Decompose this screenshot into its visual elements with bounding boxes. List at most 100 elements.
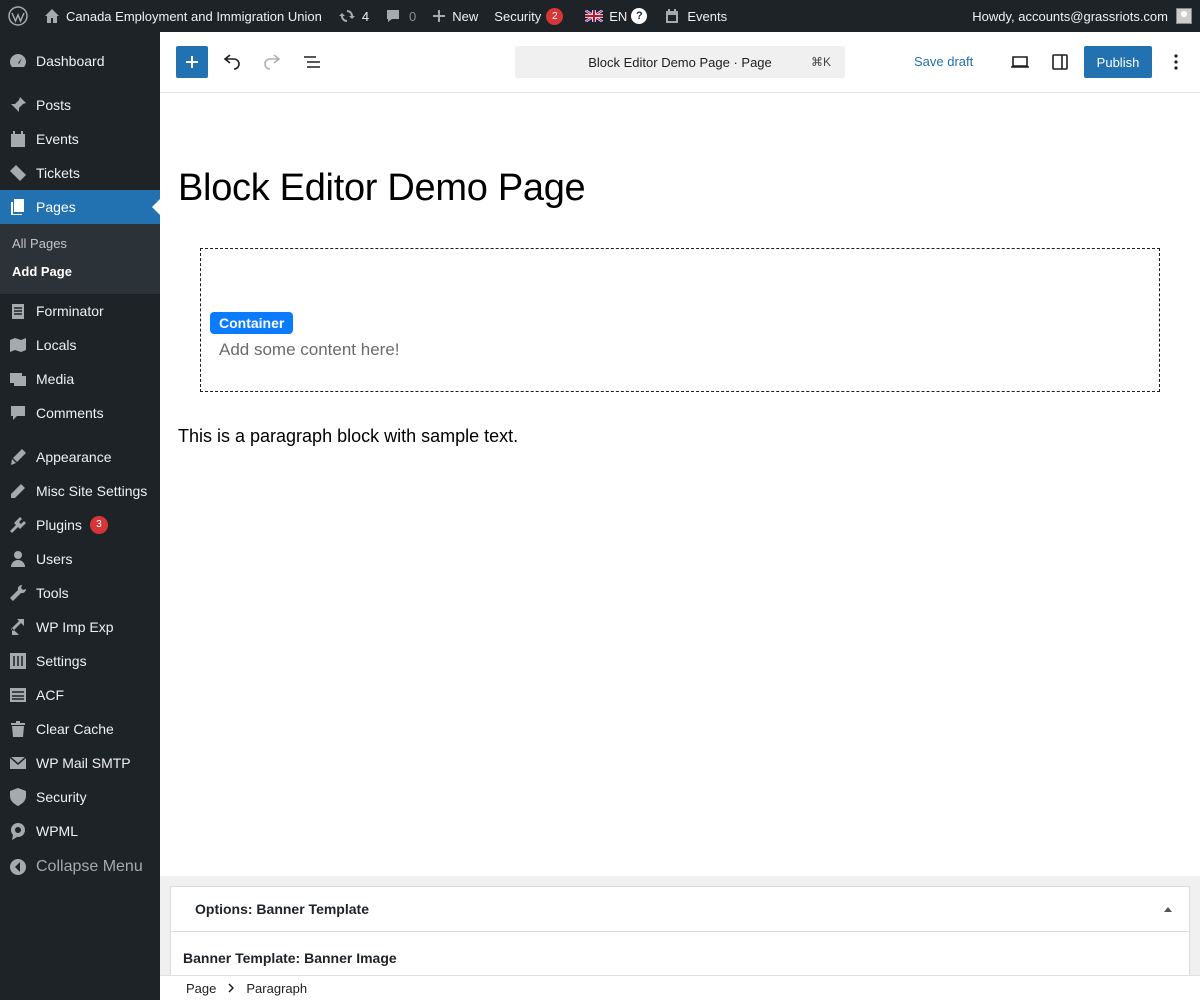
breadcrumb-paragraph[interactable]: Paragraph [246,981,307,996]
container-block[interactable]: Container Add some content here! [200,248,1160,392]
comments-link[interactable]: 0 [377,0,424,32]
sidebar-item-label: WP Imp Exp [36,619,114,635]
updates-count: 4 [361,8,370,24]
redo-button[interactable] [256,46,288,78]
pencil-icon [8,481,28,501]
sidebar-item-label: ACF [36,687,64,703]
collapse-label: Collapse Menu [36,858,143,875]
container-placeholder[interactable]: Add some content here! [219,340,400,360]
sidebar-item-dashboard[interactable]: Dashboard [0,44,160,78]
sidebar-item-plugins[interactable]: Plugins 3 [0,508,160,542]
sidebar-item-label: Forminator [36,303,104,319]
sidebar-item-wp-imp-exp[interactable]: WP Imp Exp [0,610,160,644]
undo-button[interactable] [216,46,248,78]
sidebar-item-label: Dashboard [36,53,105,69]
account-menu[interactable]: Howdy, accounts@grassriots.com [964,0,1200,32]
preview-button[interactable] [1004,46,1036,78]
sidebar-item-misc-site-settings[interactable]: Misc Site Settings [0,474,160,508]
sidebar-item-label: Tools [36,585,69,601]
document-overview-button[interactable] [296,46,328,78]
wpml-icon [8,821,28,841]
sidebar-item-locals[interactable]: Locals [0,328,160,362]
metabox-header[interactable]: Options: Banner Template [171,887,1189,932]
help-icon[interactable]: ? [631,8,648,24]
user-icon [8,549,28,569]
map-icon [8,335,28,355]
publish-button[interactable]: Publish [1084,46,1152,78]
editor-header: Block Editor Demo Page · Page ⌘K Save dr… [160,32,1200,93]
security-label: Security [494,8,542,24]
settings-icon [8,651,28,671]
update-icon [338,10,355,22]
redo-icon [264,54,281,70]
paragraph-block[interactable]: This is a paragraph block with sample te… [178,426,518,447]
chevron-right-icon [228,983,235,993]
sidebar-item-posts[interactable]: Posts [0,88,160,122]
comment-icon [387,10,400,22]
command-shortcut: ⌘K [810,55,831,69]
sidebar-item-tickets[interactable]: Tickets [0,156,160,190]
security-badge: 2 [546,7,564,25]
sidebar-item-label: Comments [36,405,104,421]
submenu-add-page[interactable]: Add Page [0,258,160,286]
plugins-badge: 3 [89,516,108,534]
events-link[interactable]: Events [655,0,735,32]
command-palette-bar[interactable]: Block Editor Demo Page · Page ⌘K [515,46,845,78]
sidebar-item-label: Posts [36,97,72,113]
sidebar-item-appearance[interactable]: Appearance [0,440,160,474]
new-content-link[interactable]: New [424,0,486,32]
breadcrumb-page[interactable]: Page [186,981,216,996]
block-breadcrumb: Page Paragraph [160,975,1200,1000]
sidebar-item-users[interactable]: Users [0,542,160,576]
sidebar-item-label: Appearance [36,449,112,465]
pages-icon [8,197,28,217]
command-bar-title: Block Editor Demo Page · Page [588,54,772,70]
admin-sidebar: Dashboard Posts Events Tickets Pages All… [0,32,160,1000]
options-menu-button[interactable] [1160,46,1192,78]
sidebar-item-label: Tickets [36,165,80,181]
site-name: Canada Employment and Immigration Union [66,8,322,24]
language-label: EN [609,8,628,24]
block-inserter-button[interactable] [176,46,208,78]
sidebar-item-label: Plugins [36,517,82,533]
desktop-preview-icon [1011,56,1029,68]
sidebar-item-pages[interactable]: Pages [0,190,160,224]
sidebar-item-media[interactable]: Media [0,362,160,396]
metabox-banner-template: Options: Banner Template Banner Template… [170,886,1190,986]
events-label: Events [687,8,728,24]
comment-icon [8,403,28,423]
save-draft-button[interactable]: Save draft [914,46,973,78]
sidebar-item-comments[interactable]: Comments [0,396,160,430]
submenu-all-pages[interactable]: All Pages [0,230,160,258]
import-export-icon [8,617,28,637]
sidebar-item-wpml[interactable]: WPML [0,814,160,848]
clipboard-icon [8,301,28,321]
sidebar-item-tools[interactable]: Tools [0,576,160,610]
sidebar-item-clear-cache[interactable]: Clear Cache [0,712,160,746]
calendar-icon [8,129,28,149]
sidebar-item-events[interactable]: Events [0,122,160,156]
settings-sidebar-toggle[interactable] [1044,46,1076,78]
sidebar-item-forminator[interactable]: Forminator [0,294,160,328]
security-link[interactable]: Security 2 [486,0,571,32]
trash-icon [8,719,28,739]
sidebar-item-settings[interactable]: Settings [0,644,160,678]
language-switcher[interactable]: EN ? [577,0,655,32]
admin-bar: Canada Employment and Immigration Union … [0,0,1200,32]
sidebar-item-acf[interactable]: ACF [0,678,160,712]
sidebar-item-security[interactable]: Security [0,780,160,814]
container-block-label[interactable]: Container [210,312,294,334]
brush-icon [8,447,28,467]
collapse-menu-button[interactable]: Collapse Menu [0,850,160,884]
sidebar-item-label: WPML [36,823,78,839]
collapse-toggle-icon[interactable] [1163,905,1173,913]
post-title[interactable]: Block Editor Demo Page [178,167,586,210]
sidebar-item-label: WP Mail SMTP [36,755,131,771]
undo-icon [223,54,240,70]
wordpress-logo-icon[interactable] [0,0,36,32]
sidebar-item-wp-mail-smtp[interactable]: WP Mail SMTP [0,746,160,780]
sidebar-item-label: Clear Cache [36,721,114,737]
site-name-link[interactable]: Canada Employment and Immigration Union [36,0,330,32]
new-label: New [452,8,479,24]
updates-link[interactable]: 4 [330,0,377,32]
